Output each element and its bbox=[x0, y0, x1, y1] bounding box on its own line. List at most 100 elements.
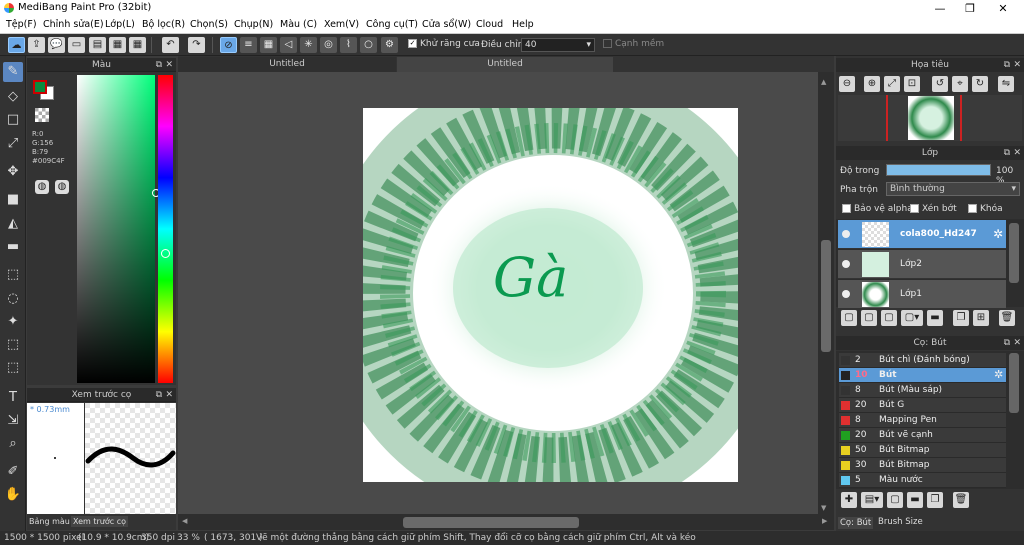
transparent-swatch[interactable] bbox=[35, 108, 49, 122]
lasso-tool-icon[interactable]: ◌ bbox=[3, 289, 23, 309]
fill-rect-tool-icon[interactable]: ■ bbox=[3, 190, 23, 210]
document-icon[interactable]: ▤ bbox=[89, 37, 106, 53]
menu-color[interactable]: Màu (C) bbox=[280, 19, 317, 30]
minimize-button[interactable]: — bbox=[925, 0, 955, 17]
brush-row[interactable]: 10 Bút ✲ bbox=[839, 368, 1006, 383]
new-layer-icon[interactable]: ▢ bbox=[841, 310, 857, 326]
brush-row[interactable]: 30 Bút Bitmap bbox=[839, 458, 1006, 473]
clipping-checkbox[interactable] bbox=[910, 204, 919, 213]
snap-circle-icon[interactable]: ◎ bbox=[320, 37, 337, 53]
select-eraser-icon[interactable]: ⬚ bbox=[3, 358, 23, 378]
gradient-tool-icon[interactable]: ▬ bbox=[3, 237, 23, 257]
menu-cloud[interactable]: Cloud bbox=[476, 19, 503, 30]
add-brush-icon[interactable]: ✚ bbox=[841, 492, 857, 508]
canvas-area[interactable]: Gà bbox=[178, 72, 834, 514]
close-button[interactable]: ✕ bbox=[988, 0, 1018, 17]
close-icon[interactable]: ✕ bbox=[1013, 336, 1021, 350]
comment-icon[interactable]: ▭ bbox=[68, 37, 85, 53]
operation-tool-icon[interactable]: ⇲ bbox=[3, 411, 23, 431]
folder-icon[interactable]: ▬ bbox=[927, 310, 943, 326]
primary-color-swatch[interactable] bbox=[33, 80, 47, 94]
horizontal-scroll-thumb[interactable] bbox=[403, 517, 579, 528]
snap-curve-icon[interactable]: ⌇ bbox=[340, 37, 357, 53]
horizontal-scrollbar[interactable]: ◀ ▶ bbox=[178, 514, 834, 530]
menu-edit[interactable]: Chỉnh sửa(E) bbox=[43, 19, 104, 30]
brush-menu-icon[interactable]: ▤▾ bbox=[861, 492, 883, 508]
undock-icon[interactable]: ⧉ bbox=[1004, 336, 1010, 350]
opacity-slider[interactable] bbox=[886, 164, 991, 176]
menu-window[interactable]: Cửa sổ(W) bbox=[422, 19, 471, 30]
brush-folder-icon[interactable]: ▬ bbox=[907, 492, 923, 508]
blur-tool-icon[interactable]: ⌕ bbox=[3, 434, 23, 454]
brush-tool-icon[interactable]: ✎ bbox=[3, 62, 23, 82]
close-icon[interactable]: ✕ bbox=[165, 388, 173, 402]
snap-radial-icon[interactable]: ✳ bbox=[300, 37, 317, 53]
add-layer-menu-icon[interactable]: ▢▾ bbox=[901, 310, 923, 326]
flip-horizontal-icon[interactable]: ⇋ bbox=[998, 76, 1014, 92]
tab-brush[interactable]: Cọ: Bút bbox=[838, 517, 874, 529]
new-layer-1bit-icon[interactable]: ▢ bbox=[881, 310, 897, 326]
layer-row[interactable]: cola800_Hd247 ✲ bbox=[838, 220, 1006, 249]
brush-row[interactable]: 2 Bút chì (Đánh bóng) bbox=[839, 353, 1006, 368]
tab-document-1[interactable]: Untitled bbox=[178, 57, 396, 72]
menu-capture[interactable]: Chụp(N) bbox=[234, 19, 273, 30]
page-manage-icon[interactable]: ▦ bbox=[109, 37, 126, 53]
brush-row[interactable]: 8 Mapping Pen bbox=[839, 413, 1006, 428]
zoom-in-icon[interactable]: ⊕ bbox=[864, 76, 880, 92]
undock-icon[interactable]: ⧉ bbox=[156, 388, 162, 402]
scroll-left-icon[interactable]: ◀ bbox=[182, 517, 187, 525]
menu-filter[interactable]: Bộ lọc(R) bbox=[142, 19, 185, 30]
eyedropper-icon[interactable]: ✐ bbox=[3, 462, 23, 482]
eye-icon[interactable] bbox=[842, 260, 850, 268]
rectangle-tool-icon[interactable]: □ bbox=[3, 110, 23, 130]
brush-settings-icon[interactable]: ✲ bbox=[994, 368, 1003, 381]
snap-settings-icon[interactable]: ⚙ bbox=[381, 37, 398, 53]
cloud-icon[interactable]: ☁ bbox=[8, 37, 25, 53]
lock-checkbox[interactable] bbox=[968, 204, 977, 213]
layer-settings-icon[interactable]: ✲ bbox=[993, 227, 1003, 241]
menu-view[interactable]: Xem(V) bbox=[324, 19, 359, 30]
scroll-up-icon[interactable]: ▲ bbox=[821, 78, 826, 86]
brush-row[interactable]: 5 Màu nước bbox=[839, 473, 1006, 488]
layer-row[interactable]: Lớp1 bbox=[838, 280, 1006, 309]
vertical-scroll-thumb[interactable] bbox=[821, 240, 831, 352]
snap-cross-icon[interactable]: ▦ bbox=[260, 37, 277, 53]
eraser-tool-icon[interactable]: ◇ bbox=[3, 87, 23, 107]
blend-mode-dropdown[interactable]: Bình thường ▾ bbox=[886, 182, 1020, 196]
brush-row[interactable]: 50 Bút Bitmap bbox=[839, 443, 1006, 458]
brush-properties-icon[interactable]: ▢ bbox=[887, 492, 903, 508]
maximize-button[interactable]: ❐ bbox=[955, 0, 985, 17]
antialias-checkbox[interactable]: ✓ bbox=[408, 39, 417, 48]
hand-tool-icon[interactable]: ✋ bbox=[3, 485, 23, 505]
saturation-value-picker[interactable] bbox=[77, 75, 155, 383]
new-layer-8bit-icon[interactable]: ▢ bbox=[861, 310, 877, 326]
merge-down-icon[interactable]: ⊞ bbox=[973, 310, 989, 326]
undo-icon[interactable]: ↶ bbox=[162, 37, 179, 53]
reset-rotation-icon[interactable]: ⌖ bbox=[952, 76, 968, 92]
actual-size-icon[interactable]: ⊡ bbox=[904, 76, 920, 92]
scroll-right-icon[interactable]: ▶ bbox=[822, 517, 827, 525]
brush-duplicate-icon[interactable]: ❐ bbox=[927, 492, 943, 508]
smooth-edge-checkbox[interactable] bbox=[603, 39, 612, 48]
grid-icon[interactable]: ▦ bbox=[129, 37, 146, 53]
brush-scroll-thumb[interactable] bbox=[1009, 353, 1019, 413]
dot-tool-icon[interactable]: ⤢ bbox=[3, 134, 23, 154]
navigator-preview[interactable] bbox=[838, 95, 1022, 141]
delete-layer-icon[interactable]: 🗑 bbox=[999, 310, 1015, 326]
zoom-out-icon[interactable]: ⊖ bbox=[839, 76, 855, 92]
hue-slider[interactable] bbox=[158, 75, 173, 383]
tab-brush-size[interactable]: Brush Size bbox=[878, 517, 923, 527]
layer-row[interactable]: Lớp2 bbox=[838, 250, 1006, 279]
chat-icon[interactable]: 💬 bbox=[48, 37, 65, 53]
magic-wand-icon[interactable]: ✦ bbox=[3, 312, 23, 332]
brush-row[interactable]: 20 Bút G bbox=[839, 398, 1006, 413]
menu-tools[interactable]: Công cụ(T) bbox=[366, 19, 418, 30]
tab-brush-preview[interactable]: Xem trước cọ bbox=[71, 516, 129, 527]
move-tool-icon[interactable]: ✥ bbox=[3, 162, 23, 182]
layer-scroll-thumb[interactable] bbox=[1009, 223, 1019, 283]
adjust-dropdown[interactable]: 40 ▾ bbox=[521, 38, 595, 52]
snap-vanish-icon[interactable]: ◁ bbox=[280, 37, 297, 53]
delete-brush-icon[interactable]: 🗑 bbox=[953, 492, 969, 508]
scroll-down-icon[interactable]: ▼ bbox=[821, 504, 826, 512]
undock-icon[interactable]: ⧉ bbox=[156, 58, 162, 72]
